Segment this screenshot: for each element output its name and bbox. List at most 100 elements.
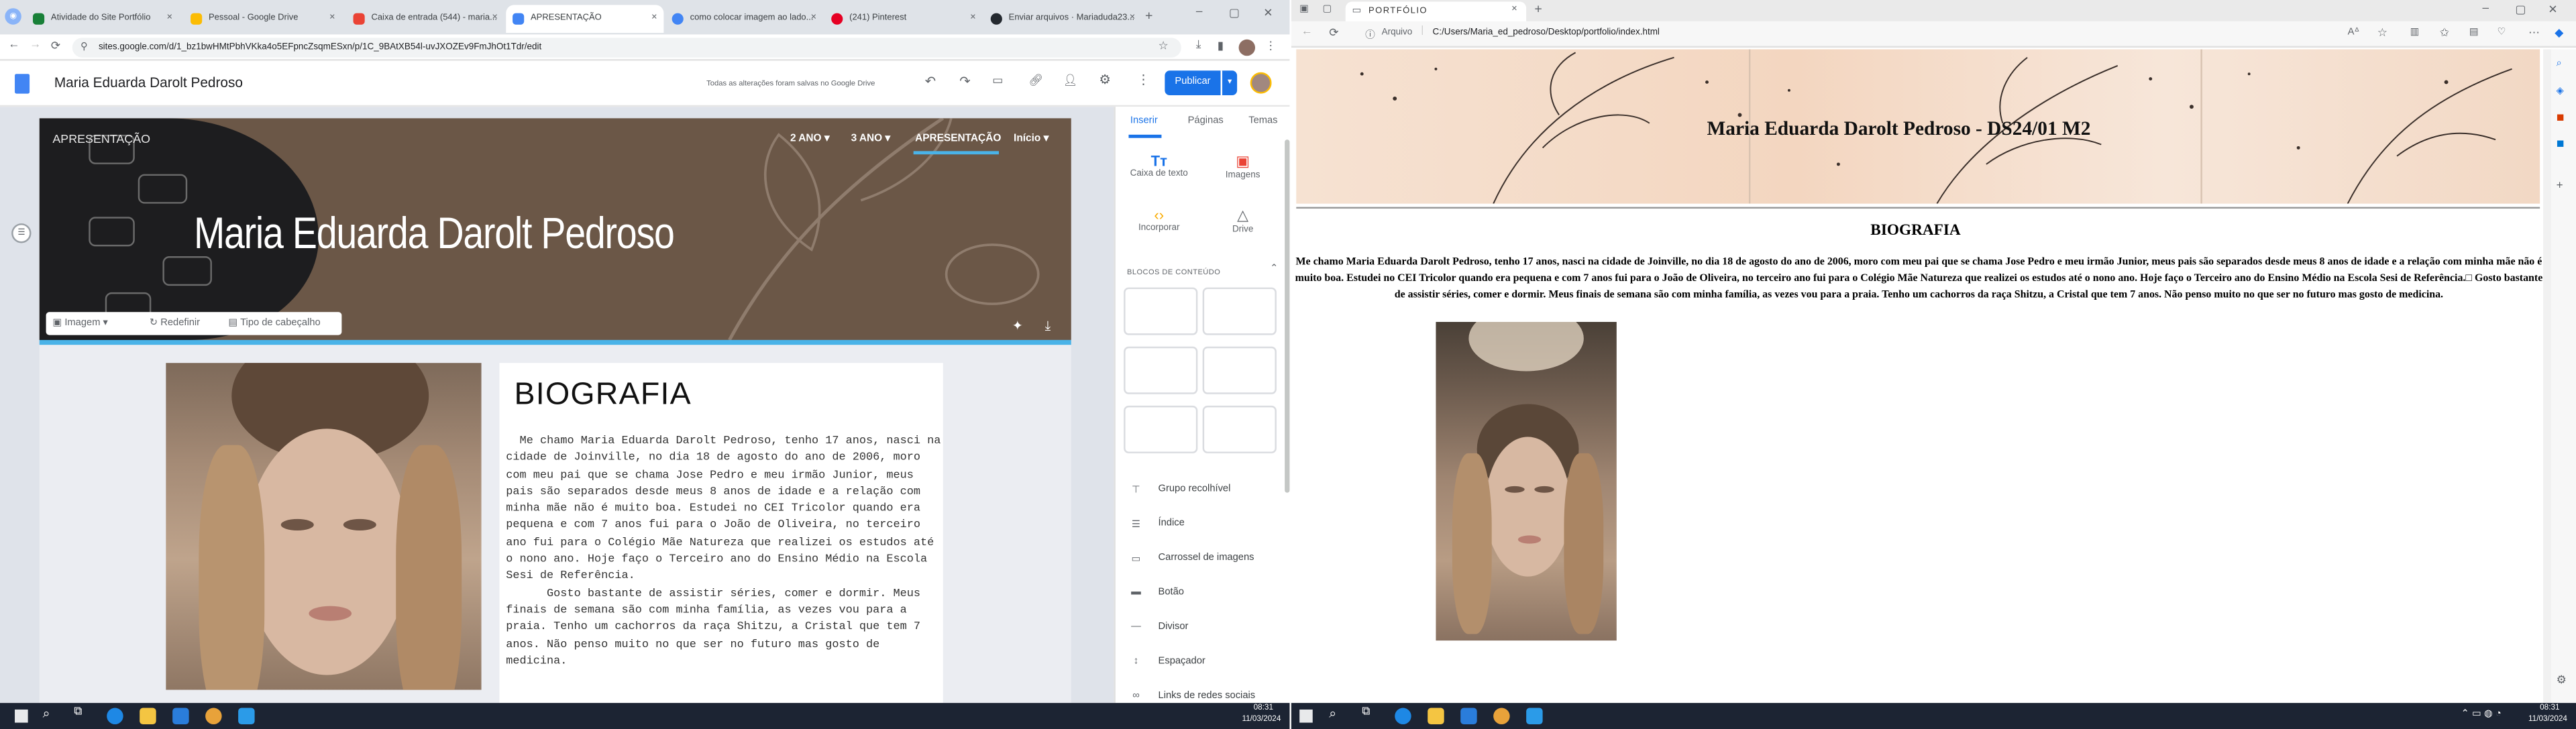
maximize-icon[interactable]: ▢ [2515,3,2526,17]
favorites-icon[interactable]: ✩ [2440,26,2449,40]
tray-icons[interactable]: ⌃ ▭ ◍ ◔ [2461,708,2502,720]
profile-photo[interactable] [166,363,482,690]
bookmark-star-icon[interactable]: ☆ [1159,40,1169,52]
tab-google-search[interactable]: como colocar imagem ao lado... × [665,5,823,33]
tab-temas[interactable]: Temas [1248,117,1277,127]
close-tab-icon[interactable]: × [1130,5,1136,33]
more-icon[interactable]: ⋮ [1137,72,1150,87]
favorite-star-icon[interactable]: ☆ [2377,26,2387,40]
url-field[interactable]: ⚲ sites.google.com/d/1_bz1bwHMtPbhVKka4o… [72,38,1181,58]
insert-drive[interactable]: △ Drive [1206,207,1280,247]
explorer-taskbar-icon[interactable] [1428,708,1444,725]
reset-tool-button[interactable]: ↻ Redefinir [150,317,200,329]
download-icon[interactable]: ⤓ [1196,40,1201,53]
bio-heading[interactable]: BIOGRAFIA [515,378,692,414]
mail-taskbar-icon[interactable] [172,708,189,725]
file-info-icon[interactable]: ⓘ [1365,26,1375,42]
layout-block-5[interactable] [1124,405,1198,453]
search-taskbar-icon[interactable]: ⌕ [1329,706,1336,722]
maximize-icon[interactable]: ▢ [1229,7,1240,19]
search-side-icon[interactable]: ⌕ [2557,59,2562,70]
layout-block-2[interactable] [1202,287,1277,335]
browser-menu-icon[interactable]: ⋯ [2528,26,2540,40]
forward-icon[interactable]: → [30,40,41,51]
split-screen-icon[interactable]: ▥ [2410,26,2420,38]
layout-block-3[interactable] [1124,346,1198,394]
edge-taskbar-icon[interactable] [107,708,123,725]
settings-gear-icon[interactable]: ⚙ [1099,72,1111,87]
layout-block-1[interactable] [1124,287,1198,335]
layout-block-4[interactable] [1202,346,1277,394]
minimize-icon[interactable]: – [1196,7,1203,18]
right-scrollbar[interactable] [2543,49,2552,704]
close-tab-icon[interactable]: × [970,5,976,33]
browser-menu-icon[interactable]: ⋮ [1265,40,1277,52]
close-tab-icon[interactable]: × [1511,4,1517,14]
nav-3-ano[interactable]: 3 ANO ▾ [851,133,891,144]
tab-drive[interactable]: Pessoal - Google Drive × [184,5,341,33]
sites-logo-icon[interactable] [15,74,30,94]
nav-2-ano[interactable]: 2 ANO ▾ [790,133,830,144]
extensions-icon[interactable]: ♡ [2497,26,2506,38]
insert-images[interactable]: ▣ Imagens [1206,153,1280,192]
close-window-icon[interactable]: ✕ [2548,3,2557,17]
tab-search-icon[interactable]: ◉ [5,8,21,25]
tab-portfolio[interactable]: ▭ PORTFÓLIO × [1345,1,1527,21]
tab-gmail[interactable]: Caixa de entrada (544) - maria... × [347,5,504,33]
account-avatar[interactable] [1250,72,1272,94]
vscode-taskbar-icon[interactable] [238,708,255,725]
tab-actions-icon[interactable]: ▢ [1322,3,1332,15]
close-window-icon[interactable]: ✕ [1263,7,1273,19]
office-side-icon[interactable]: ◼ [2557,112,2565,123]
preview-icon[interactable]: ▭ [992,74,1003,87]
search-taskbar-icon[interactable]: ⌕ [43,706,50,722]
chrome-taskbar-icon[interactable] [205,708,222,725]
reload-icon[interactable]: ⟳ [51,40,60,52]
reload-icon[interactable]: ⟳ [1329,26,1338,40]
edge-taskbar-icon[interactable] [1395,708,1411,725]
workspaces-icon[interactable]: ▣ [1299,3,1309,15]
sparkle-icon[interactable]: ✦ [1012,319,1023,333]
vscode-taskbar-icon[interactable] [1526,708,1543,725]
collections-icon[interactable]: ▤ [2469,26,2479,38]
header-type-button[interactable]: ▤ Tipo de cabeçalho [228,317,320,329]
new-tab-icon[interactable]: + [1534,1,1542,16]
chrome-taskbar-icon[interactable] [1493,708,1510,725]
publish-dropdown-button[interactable]: ▾ [1220,70,1238,96]
redo-icon[interactable]: ↷ [959,74,970,89]
shopping-side-icon[interactable]: ◈ [2557,85,2564,97]
nav-apresentacao[interactable]: APRESENTAÇÃO [915,133,1001,144]
nav-inicio[interactable]: Início ▾ [1014,133,1049,144]
back-icon[interactable]: ← [8,40,19,51]
minimize-icon[interactable]: – [2482,3,2489,15]
insert-embed[interactable]: ‹› Incorporar [1122,207,1196,247]
outlook-side-icon[interactable]: ◼ [2557,138,2565,150]
close-tab-icon[interactable]: × [492,5,498,33]
start-icon[interactable] [15,709,28,723]
bio-paragraph[interactable]: Me chamo Maria Eduarda Darolt Pedroso, t… [506,434,943,671]
undo-icon[interactable]: ↶ [925,74,936,89]
start-icon[interactable] [1299,709,1313,723]
panel-scrollbar[interactable] [1285,139,1290,493]
site-info-icon[interactable]: ⚲ [80,41,88,53]
close-tab-icon[interactable]: × [651,5,657,33]
header-section[interactable]: APRESENTAÇÃO 2 ANO ▾ 3 ANO ▾ APRESENTAÇÃ… [39,118,1071,340]
side-panel-icon[interactable]: ▮ [1218,40,1224,52]
layout-block-6[interactable] [1202,405,1277,453]
tab-github[interactable]: Enviar arquivos · Mariaduda23... × [984,5,1142,33]
mail-taskbar-icon[interactable] [1460,708,1477,725]
task-view-icon[interactable]: ⧉ [74,706,82,720]
new-tab-icon[interactable]: + [1145,8,1152,23]
insert-text-box[interactable]: Tт Caixa de texto [1122,153,1196,192]
link-icon[interactable]: 🔗︎ [1028,74,1043,87]
close-tab-icon[interactable]: × [167,5,173,33]
task-view-icon[interactable]: ⧉ [1362,706,1370,720]
copilot-icon[interactable]: ◆ [2555,26,2563,40]
site-title[interactable]: Maria Eduarda Darolt Pedroso [54,74,243,90]
tab-atividade[interactable]: Atividade do Site Portfólio × [26,5,179,33]
settings-side-icon[interactable]: ⚙ [2557,673,2567,687]
tab-inserir[interactable]: Inserir [1130,117,1158,127]
close-tab-icon[interactable]: × [329,5,335,33]
add-side-icon[interactable]: + [2557,180,2563,192]
explorer-taskbar-icon[interactable] [140,708,156,725]
